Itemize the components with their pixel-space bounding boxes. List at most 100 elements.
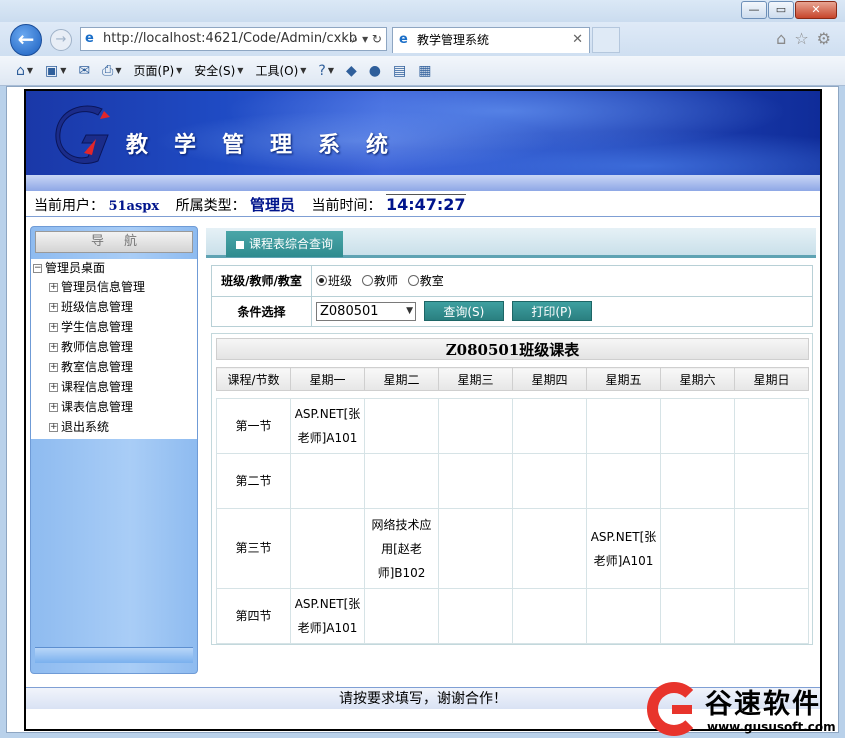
course-cell xyxy=(438,453,513,509)
expand-icon[interactable]: + xyxy=(49,383,58,392)
nav-item-course-info[interactable]: + 课程信息管理 xyxy=(31,377,197,397)
safety-menu[interactable]: 安全(S) ▼ xyxy=(194,62,243,79)
browser-tab[interactable]: e 教学管理系统 ✕ xyxy=(392,27,590,53)
radio-teacher[interactable]: 教师 xyxy=(361,274,398,289)
nav-item-schedule-info[interactable]: + 课表信息管理 xyxy=(31,397,197,417)
radio-teacher-button[interactable] xyxy=(361,275,373,287)
expand-icon[interactable]: + xyxy=(49,323,58,332)
radio-room[interactable]: 教室 xyxy=(407,274,444,288)
course-cell: ASP.NET[张老师]A101 xyxy=(586,508,661,589)
new-tab-button[interactable] xyxy=(592,27,620,53)
course-cell: 网络技术应用[赵老师]B102 xyxy=(364,508,439,589)
schedule-table: 第一节 ASP.NET[张老师]A101 第二节 第三节 网络技术应用[赵老师]… xyxy=(216,398,809,644)
tab-label: 课程表综合查询 xyxy=(249,237,334,251)
user-type-value: 管理员 xyxy=(250,196,296,214)
address-tools[interactable]: ⌕ ▾ ↻ xyxy=(352,28,382,50)
back-button[interactable]: ← xyxy=(10,24,42,56)
current-time-label: 当前时间： xyxy=(311,198,382,214)
nav-item-classroom-info[interactable]: + 教室信息管理 xyxy=(31,357,197,377)
header-cell: 星期三 xyxy=(438,367,513,391)
radio-room-button[interactable] xyxy=(407,275,419,287)
minimize-button[interactable]: — xyxy=(741,1,767,19)
help-menu[interactable]: ? ▼ xyxy=(318,63,334,79)
course-cell xyxy=(512,398,587,454)
window-titlebar: — ▭ ✕ xyxy=(0,0,845,24)
schedule-title: Z080501班级课表 xyxy=(216,338,809,360)
course-cell xyxy=(660,453,735,509)
messenger-command[interactable]: ● xyxy=(369,63,381,79)
nav-item-teacher-info[interactable]: + 教师信息管理 xyxy=(31,337,197,357)
nav-item-label: 学生信息管理 xyxy=(61,320,134,334)
favorites-star-icon[interactable]: ☆ xyxy=(794,29,808,48)
chevron-down-icon: ▼ xyxy=(327,66,334,75)
current-user-value: 51aspx xyxy=(108,199,160,214)
tab-schedule-query[interactable]: 课程表综合查询 xyxy=(226,231,344,257)
radio-class-button[interactable] xyxy=(316,275,327,287)
period-cell: 第一节 xyxy=(216,398,291,454)
user-info-bar: 当前用户： 51aspx 所属类型： 管理员 当前时间： 14:47:27 xyxy=(26,193,820,217)
tree-root[interactable]: − 管理员桌面 xyxy=(31,259,197,277)
close-tab-icon[interactable]: ✕ xyxy=(572,28,583,52)
qr-command[interactable]: ▦ xyxy=(418,63,431,79)
nav-tree: − 管理员桌面 + 管理员信息管理 + 班级信息管理 + 学生信息管理 + 教师信息管理 … xyxy=(31,259,197,439)
expand-icon[interactable]: + xyxy=(49,283,58,292)
radio-teacher-label: 教师 xyxy=(373,274,398,289)
ie-icon: e xyxy=(399,32,408,47)
schedule-header: 课程/节数 星期一 星期二 星期三 星期四 星期五 星期六 星期日 xyxy=(216,367,809,391)
expand-icon[interactable]: + xyxy=(49,403,58,412)
maximize-button[interactable]: ▭ xyxy=(768,1,794,19)
nav-item-student-info[interactable]: + 学生信息管理 xyxy=(31,317,197,337)
left-navigation: 导航 − 管理员桌面 + 管理员信息管理 + 班级信息管理 + 学生信息管理 + 教师信息… xyxy=(30,226,198,674)
mail-command[interactable]: ✉ xyxy=(78,63,90,79)
course-cell xyxy=(734,508,809,589)
nav-item-class-info[interactable]: + 班级信息管理 xyxy=(31,297,197,317)
close-window-button[interactable]: ✕ xyxy=(795,1,837,19)
schedule-panel: Z080501班级课表 课程/节数 星期一 星期二 星期三 星期四 星期五 星期… xyxy=(211,333,813,645)
address-text: http://localhost:4621/Code/Admin/cxkb xyxy=(103,31,358,46)
course-cell xyxy=(586,398,661,454)
period-cell: 第三节 xyxy=(216,508,291,589)
nav-item-logout[interactable]: + 退出系统 xyxy=(31,417,197,437)
gear-icon[interactable]: ⚙ xyxy=(817,29,831,48)
expand-icon[interactable]: + xyxy=(49,363,58,372)
user-type-label: 所属类型： xyxy=(175,198,246,214)
course-cell xyxy=(660,398,735,454)
radio-class[interactable]: 班级 xyxy=(316,274,352,288)
address-bar[interactable]: e http://localhost:4621/Code/Admin/cxkb … xyxy=(80,27,387,51)
header-cell: 星期二 xyxy=(364,367,439,391)
forward-button[interactable]: → xyxy=(50,29,72,51)
print-command[interactable]: ⎙ ▼ xyxy=(102,63,121,79)
nav-item-label: 课表信息管理 xyxy=(61,400,134,414)
home-icon[interactable]: ⌂ xyxy=(776,29,786,48)
radio-class-label: 班级 xyxy=(328,274,353,289)
nav-item-label: 教师信息管理 xyxy=(61,340,134,354)
chevron-down-icon: ▼ xyxy=(115,66,122,75)
course-cell xyxy=(734,453,809,509)
course-cell xyxy=(734,398,809,454)
nav-item-admin-info[interactable]: + 管理员信息管理 xyxy=(31,277,197,297)
tools-menu[interactable]: 工具(O) ▼ xyxy=(255,62,306,79)
table-row: 第一节 ASP.NET[张老师]A101 xyxy=(216,398,809,454)
expand-icon[interactable]: + xyxy=(49,343,58,352)
home-command[interactable]: ⌂ ▼ xyxy=(16,63,33,79)
blog-command[interactable]: ▤ xyxy=(393,63,406,79)
collapse-icon[interactable]: − xyxy=(33,264,42,273)
page-frame: 教学管理系统 当前用户： 51aspx 所属类型： 管理员 当前时间： 14:4… xyxy=(24,89,822,731)
condition-select[interactable]: Z080501 xyxy=(316,301,416,321)
expand-icon[interactable]: + xyxy=(49,303,58,312)
site-logo-icon xyxy=(55,105,110,164)
expand-icon[interactable]: + xyxy=(49,423,58,432)
command-bar: ⌂ ▼ ▣ ▼ ✉ ⎙ ▼ 页面(P) ▼ 安全(S) ▼ 工具(O) ▼ ? ▼ ◆ ● ▤… xyxy=(0,56,845,86)
page-menu[interactable]: 页面(P) ▼ xyxy=(134,62,183,79)
print-button[interactable]: 打印(P) xyxy=(511,301,592,322)
help-icon: ? xyxy=(318,62,326,79)
nav-item-label: 管理员信息管理 xyxy=(61,280,146,294)
feeds-command[interactable]: ▣ ▼ xyxy=(45,63,66,79)
condition-label: 条件选择 xyxy=(211,295,312,327)
square-icon xyxy=(236,240,244,249)
type-radios: 班级 教师 教室 xyxy=(311,265,813,297)
research-command[interactable]: ◆ xyxy=(346,63,357,79)
query-button[interactable]: 查询(S) xyxy=(423,301,504,322)
course-cell: ASP.NET[张老师]A101 xyxy=(290,588,365,644)
home-icon: ⌂ xyxy=(16,62,25,79)
